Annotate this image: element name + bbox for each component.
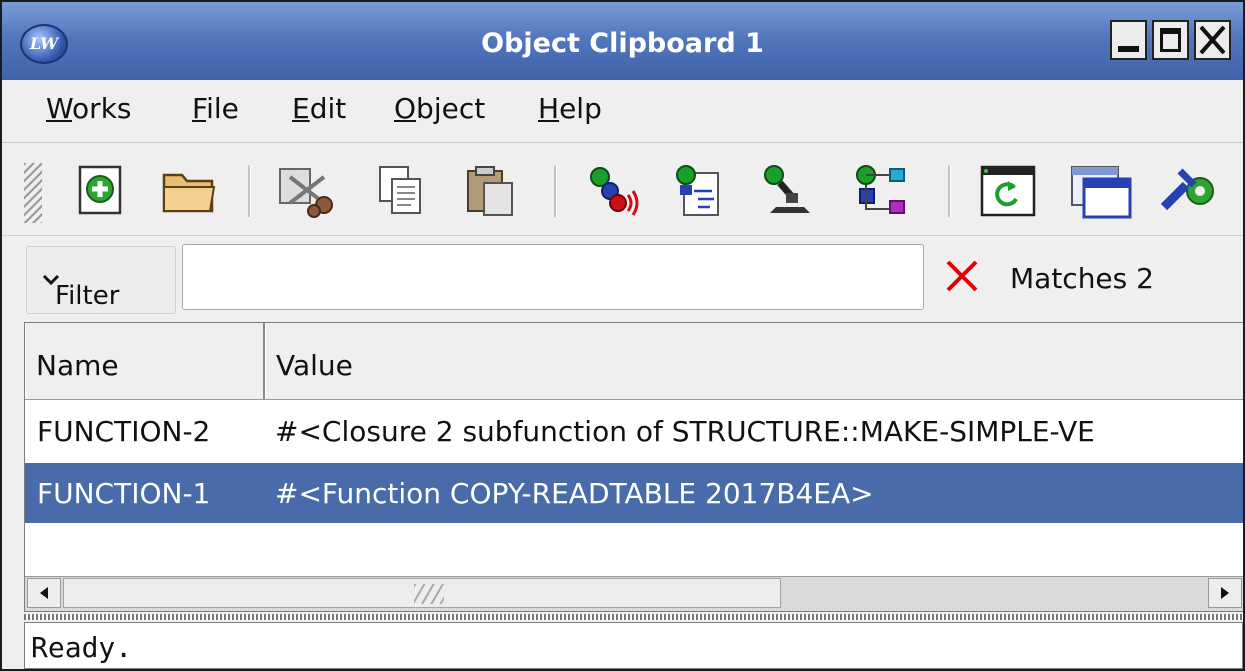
open-button[interactable] <box>160 163 216 219</box>
new-button[interactable] <box>74 163 130 219</box>
row-value: #<Closure 2 subfunction of STRUCTURE::MA… <box>275 415 1095 448</box>
filter-label: Filter <box>41 264 119 311</box>
menu-works-rest: orks <box>72 92 132 125</box>
menu-works[interactable]: Works <box>46 92 132 125</box>
minimize-button[interactable] <box>1110 20 1147 60</box>
menu-object[interactable]: Object <box>394 92 485 125</box>
status-bar: Ready. <box>24 622 1243 669</box>
structure-icon <box>856 165 905 214</box>
scroll-left-button[interactable] <box>27 578 61 608</box>
menu-edit-rest: dit <box>309 92 347 125</box>
arrow-left-icon <box>40 587 48 599</box>
open-folder-icon <box>162 173 216 213</box>
new-icon <box>78 165 122 215</box>
toolbar <box>2 143 1243 236</box>
inspect-button[interactable] <box>670 163 726 219</box>
menu-object-rest: bject <box>416 92 486 125</box>
close-icon <box>1199 25 1226 55</box>
scrollbar-thumb[interactable] <box>63 578 781 608</box>
menu-help[interactable]: Help <box>538 92 602 125</box>
column-header-name[interactable]: Name <box>25 323 265 399</box>
tools-icon <box>1160 168 1214 211</box>
filter-label-text: Filter <box>55 281 120 311</box>
close-button[interactable] <box>1194 20 1231 60</box>
toolbar-grip[interactable] <box>24 163 42 223</box>
toolbar-separator <box>248 165 251 217</box>
menu-edit-mnemonic: E <box>292 92 310 125</box>
refresh-button[interactable] <box>978 163 1036 219</box>
inspect-icon <box>676 165 719 216</box>
browse-button[interactable] <box>758 163 814 219</box>
paste-button[interactable] <box>462 163 518 219</box>
menu-file-rest: ile <box>206 92 239 125</box>
new-window-button[interactable] <box>1070 163 1132 219</box>
title-bar[interactable]: LW Object Clipboard 1 <box>2 2 1243 80</box>
cut-icon <box>279 168 333 218</box>
status-text: Ready. <box>31 631 133 664</box>
cut-button[interactable] <box>276 163 333 219</box>
row-name: FUNCTION-2 <box>37 415 211 448</box>
toolbar-separator <box>948 165 951 217</box>
filter-bar: Filter Matches 2 <box>2 236 1243 320</box>
send-icon <box>590 167 639 216</box>
copy-button[interactable] <box>374 163 430 219</box>
column-header-value[interactable]: Value <box>265 323 1243 399</box>
clear-filter-button[interactable] <box>926 242 998 312</box>
menu-bar: Works File Edit Object Help <box>2 80 1243 143</box>
new-window-icon <box>1071 166 1132 219</box>
row-value: #<Function COPY-READTABLE 2017B4EA> <box>275 477 874 510</box>
maximize-button[interactable] <box>1152 20 1189 60</box>
table-row[interactable]: FUNCTION-2 #<Closure 2 subfunction of ST… <box>25 401 1243 461</box>
minimize-icon <box>1118 46 1139 52</box>
menu-works-mnemonic: W <box>46 92 73 125</box>
scrollbar-grip <box>414 584 444 604</box>
table-row-selected[interactable]: FUNCTION-1 #<Function COPY-READTABLE 201… <box>25 463 1243 523</box>
menu-file[interactable]: File <box>192 92 239 125</box>
maximize-icon <box>1160 28 1181 52</box>
menu-object-mnemonic: O <box>394 92 417 125</box>
send-button[interactable] <box>584 163 640 219</box>
menu-edit[interactable]: Edit <box>292 92 346 125</box>
matches-count: Matches 2 <box>1010 262 1154 295</box>
horizontal-scrollbar[interactable] <box>25 576 1243 611</box>
tools-button[interactable] <box>1160 163 1216 219</box>
menu-help-rest: elp <box>559 92 602 125</box>
filter-dropdown[interactable]: Filter <box>26 246 176 314</box>
filter-input[interactable] <box>182 244 924 310</box>
refresh-icon <box>980 165 1036 217</box>
copy-icon <box>379 166 421 214</box>
clipboard-table: Name Value FUNCTION-2 #<Closure 2 subfun… <box>24 322 1243 612</box>
arrow-right-icon <box>1221 587 1229 599</box>
paste-icon <box>467 166 513 216</box>
menu-file-mnemonic: F <box>192 92 207 125</box>
clear-x-icon <box>946 260 978 292</box>
pane-splitter[interactable] <box>24 614 1243 620</box>
structure-button[interactable] <box>852 163 908 219</box>
toolbar-separator <box>554 165 557 217</box>
menu-help-mnemonic: H <box>538 92 560 125</box>
browse-icon <box>764 165 810 213</box>
object-clipboard-window: LW Object Clipboard 1 Works File Edit Ob… <box>0 0 1245 671</box>
window-title: Object Clipboard 1 <box>481 28 764 59</box>
table-header: Name Value <box>25 323 1243 400</box>
row-name: FUNCTION-1 <box>37 477 211 510</box>
scroll-right-button[interactable] <box>1208 578 1242 608</box>
